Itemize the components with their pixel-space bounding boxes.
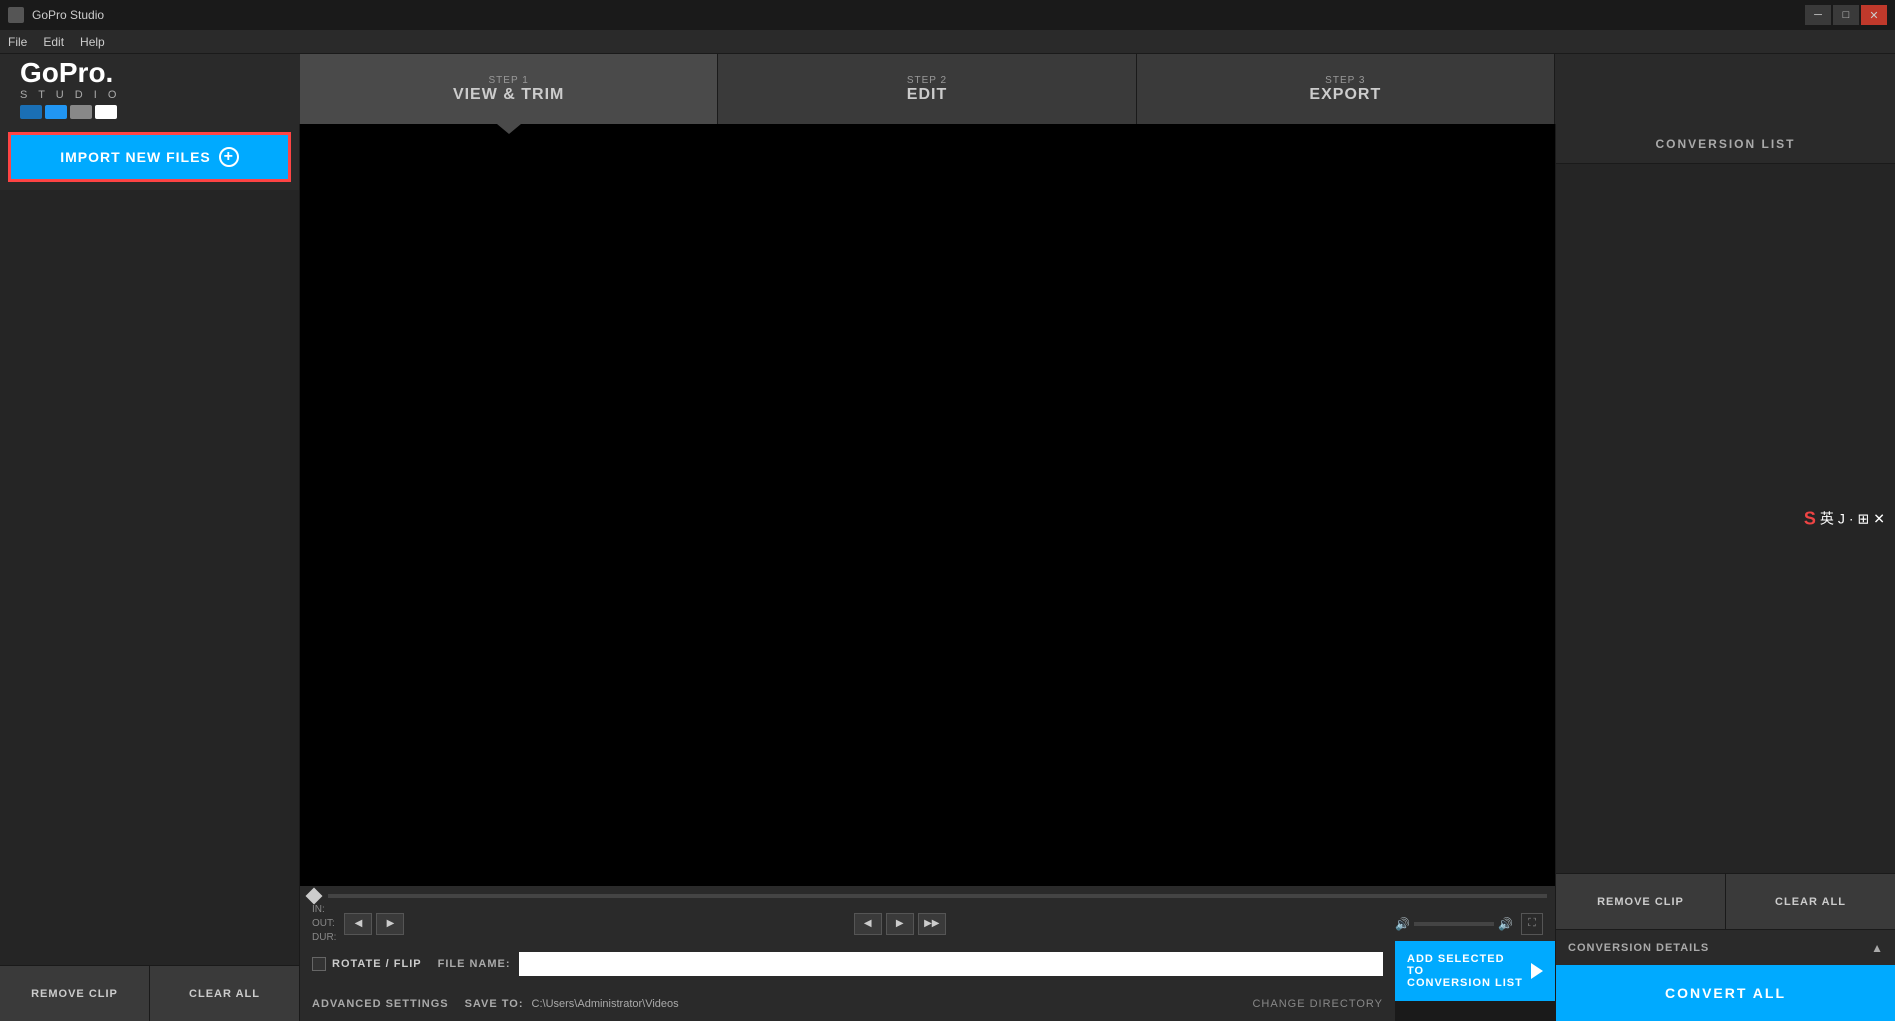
watermark-x-icon: ✕	[1873, 510, 1885, 527]
video-area: IN: OUT: DUR: ◀ ▶	[300, 124, 1555, 1021]
main-container: GoPro. S T U D I O STEP 1 VIEW & TRIM ST…	[0, 54, 1895, 1021]
steps-area: STEP 1 VIEW & TRIM STEP 2 EDIT STEP 3 EX…	[300, 54, 1555, 124]
filename-label: FILE NAME:	[438, 958, 511, 970]
import-label: IMPORT NEW FILES	[60, 149, 211, 165]
right-panel-header	[1555, 54, 1895, 124]
titlebar-title: GoPro Studio	[32, 8, 1797, 22]
step2-name: EDIT	[907, 86, 947, 104]
volume-max-icon: 🔊	[1498, 917, 1513, 931]
saveto-path: C:\Users\Administrator\Videos	[532, 998, 679, 1010]
import-button[interactable]: IMPORT NEW FILES +	[8, 132, 291, 182]
controls-area: IN: OUT: DUR: ◀ ▶	[300, 906, 1555, 941]
logo-sub: S T U D I O	[20, 89, 120, 101]
logo-squares	[20, 105, 120, 119]
step3-tab[interactable]: STEP 3 EXPORT	[1137, 54, 1555, 124]
playback-buttons: ◀ ▶ ▶▶	[854, 913, 946, 935]
sidebar: IMPORT NEW FILES + REMOVE CLIP CLEAR ALL	[0, 124, 300, 1021]
add-to-list-button[interactable]: ADD SELECTED TO CONVERSION LIST	[1395, 941, 1555, 1001]
import-plus-icon: +	[219, 147, 239, 167]
conversion-details-label: CONVERSION DETAILS	[1568, 942, 1871, 954]
app-icon	[8, 7, 24, 23]
maximize-button[interactable]: □	[1833, 5, 1859, 25]
convert-all-button[interactable]: CONVERT ALL	[1556, 965, 1895, 1021]
next-frame-button[interactable]: ▶	[376, 913, 404, 935]
right-btn-row1: REMOVE CLIP CLEAR ALL	[1556, 873, 1895, 929]
rotate-flip-checkbox[interactable]	[312, 957, 326, 971]
chevron-up-icon: ▲	[1871, 941, 1883, 955]
clear-all-button-left[interactable]: CLEAR ALL	[150, 966, 299, 1021]
time-info: IN: OUT: DUR:	[312, 903, 336, 945]
conversion-list-title: CONVERSION LIST	[1655, 137, 1795, 151]
ctrl-buttons: ◀ ▶	[344, 913, 404, 935]
rotate-flip-control: ROTATE / FLIP	[312, 957, 422, 971]
out-time: OUT:	[312, 917, 336, 931]
step1-tab[interactable]: STEP 1 VIEW & TRIM	[300, 54, 718, 124]
remove-clip-button-right[interactable]: REMOVE CLIP	[1556, 874, 1726, 929]
change-directory-button[interactable]: CHANGE DIRECTORY	[1252, 998, 1383, 1010]
logo-sq-blue1	[20, 105, 42, 119]
saveto-area: SAVE TO: C:\Users\Administrator\Videos	[465, 998, 679, 1010]
filename-area: FILE NAME:	[438, 952, 1383, 976]
video-player	[300, 124, 1555, 886]
body-area: IMPORT NEW FILES + REMOVE CLIP CLEAR ALL	[0, 124, 1895, 1021]
play-button[interactable]: ▶	[886, 913, 914, 935]
volume-bar[interactable]	[1414, 922, 1494, 926]
menu-help[interactable]: Help	[80, 35, 105, 49]
in-time: IN:	[312, 903, 336, 917]
conversion-details-bar: CONVERSION DETAILS ▲	[1556, 929, 1895, 965]
step3-label: STEP 3	[1325, 75, 1365, 86]
filename-input[interactable]	[519, 952, 1383, 976]
conversion-list-area: S 英 J · ⊞ ✕	[1556, 164, 1895, 873]
watermark-dot-icon: ·	[1849, 511, 1854, 527]
menu-edit[interactable]: Edit	[43, 35, 64, 49]
watermark-j-icon: J	[1838, 511, 1845, 527]
timeline-track[interactable]	[328, 894, 1547, 898]
add-to-list-label: ADD SELECTED TO CONVERSION LIST	[1407, 953, 1523, 989]
logo-sq-white	[95, 105, 117, 119]
step3-name: EXPORT	[1309, 86, 1381, 104]
menubar: File Edit Help	[0, 30, 1895, 54]
rotate-flip-label: ROTATE / FLIP	[332, 958, 422, 970]
logo-area: GoPro. S T U D I O	[0, 54, 300, 124]
watermark-grid-icon: ⊞	[1858, 510, 1870, 527]
bottom-row2: ADVANCED SETTINGS SAVE TO: C:\Users\Admi…	[300, 986, 1395, 1021]
step2-tab[interactable]: STEP 2 EDIT	[718, 54, 1136, 124]
volume-area: 🔊 🔊	[1395, 917, 1513, 931]
step1-label: STEP 1	[489, 75, 529, 86]
prev-frame-button[interactable]: ◀	[344, 913, 372, 935]
fast-forward-button[interactable]: ▶▶	[918, 913, 946, 935]
titlebar: GoPro Studio ─ □ ✕	[0, 0, 1895, 30]
logo: GoPro. S T U D I O	[20, 59, 120, 119]
clear-all-button-right[interactable]: CLEAR ALL	[1726, 874, 1895, 929]
close-button[interactable]: ✕	[1861, 5, 1887, 25]
logo-text: GoPro.	[20, 59, 120, 87]
right-panel: CONVERSION LIST S 英 J · ⊞ ✕ REMOVE CLIP …	[1555, 124, 1895, 1021]
step1-name: VIEW & TRIM	[453, 86, 564, 104]
fullscreen-button[interactable]: ⛶	[1521, 913, 1543, 935]
watermark-en-icon: 英	[1820, 509, 1834, 529]
advanced-settings-button[interactable]: ADVANCED SETTINGS	[312, 998, 449, 1010]
add-arrow-icon	[1531, 963, 1543, 979]
header: GoPro. S T U D I O STEP 1 VIEW & TRIM ST…	[0, 54, 1895, 124]
timeline-bar	[300, 886, 1555, 906]
remove-clip-button-left[interactable]: REMOVE CLIP	[0, 966, 150, 1021]
watermark-area: S 英 J · ⊞ ✕	[1804, 508, 1885, 529]
conversion-list-header: CONVERSION LIST	[1556, 124, 1895, 164]
watermark-s-icon: S	[1804, 508, 1816, 529]
step2-label: STEP 2	[907, 75, 947, 86]
minimize-button[interactable]: ─	[1805, 5, 1831, 25]
file-list	[0, 190, 299, 965]
right-panel-bottom: REMOVE CLIP CLEAR ALL CONVERSION DETAILS…	[1556, 873, 1895, 1021]
saveto-label: SAVE TO:	[465, 998, 524, 1010]
bottom-section: ROTATE / FLIP FILE NAME: ADVANCED SETTIN…	[300, 941, 1555, 1021]
titlebar-controls: ─ □ ✕	[1805, 5, 1887, 25]
sidebar-bottom: REMOVE CLIP CLEAR ALL	[0, 965, 299, 1021]
rewind-button[interactable]: ◀	[854, 913, 882, 935]
menu-file[interactable]: File	[8, 35, 27, 49]
logo-sq-gray	[70, 105, 92, 119]
bottom-row1: ROTATE / FLIP FILE NAME:	[300, 941, 1395, 986]
logo-sq-blue2	[45, 105, 67, 119]
volume-icon: 🔊	[1395, 917, 1410, 931]
